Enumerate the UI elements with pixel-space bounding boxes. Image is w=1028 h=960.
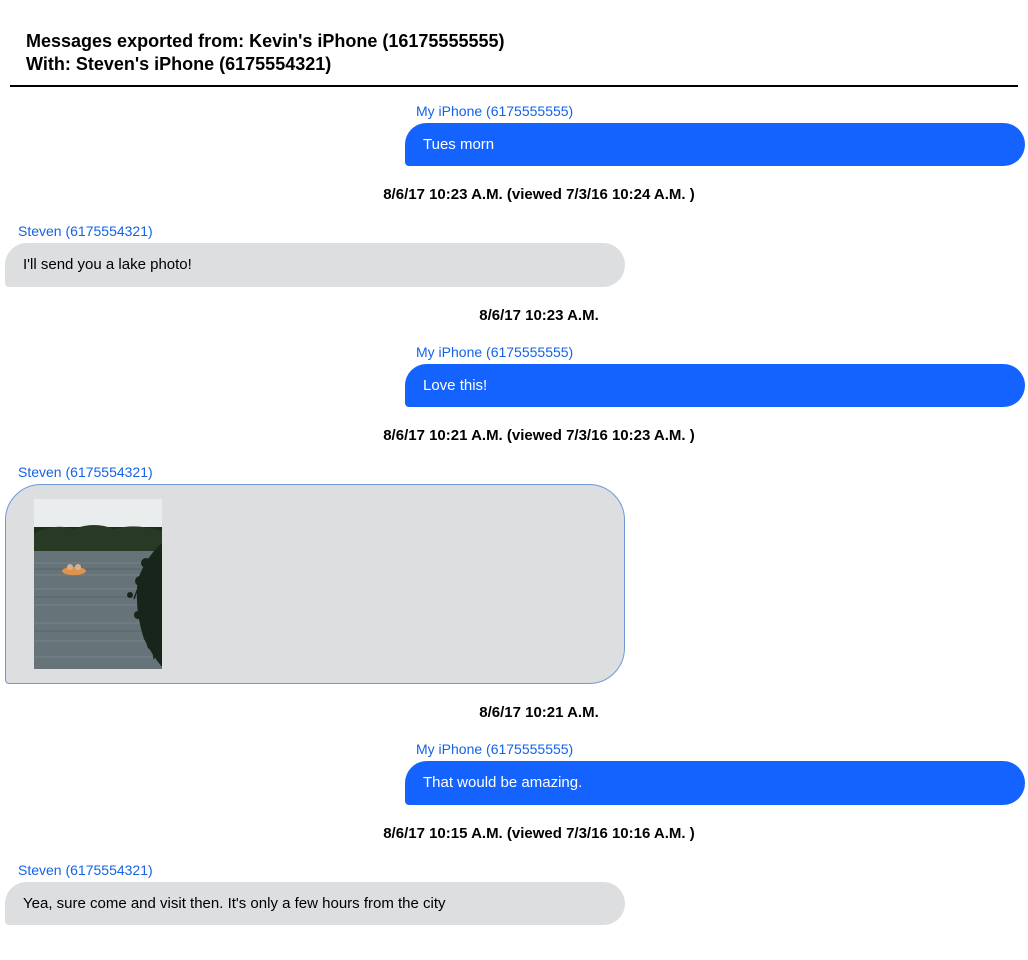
timestamp: 8/6/17 10:23 A.M. (viewed 7/3/16 10:24 A… <box>10 186 1018 203</box>
message-row: My iPhone (6175555555) That would be ama… <box>10 741 1018 805</box>
sender-label-me: My iPhone (6175555555) <box>416 103 1018 119</box>
message-row: My iPhone (6175555555) Love this! <box>10 344 1018 408</box>
message-bubble-outgoing: Tues morn <box>405 123 1025 167</box>
message-row: My iPhone (6175555555) Tues morn <box>10 103 1018 167</box>
timestamp: 8/6/17 10:15 A.M. (viewed 7/3/16 10:16 A… <box>10 825 1018 842</box>
sender-label-me: My iPhone (6175555555) <box>416 741 1018 757</box>
message-bubble-incoming: I'll send you a lake photo! <box>5 243 625 287</box>
message-row: Steven (6175554321) I'll send you a lake… <box>10 223 1018 287</box>
sender-label-other: Steven (6175554321) <box>18 223 1018 239</box>
message-bubble-incoming-image <box>5 484 625 684</box>
message-row: Steven (6175554321) <box>10 464 1018 684</box>
timestamp: 8/6/17 10:21 A.M. <box>10 704 1018 721</box>
header-exported-from: Messages exported from: Kevin's iPhone (… <box>26 30 1002 53</box>
sender-label-me: My iPhone (6175555555) <box>416 344 1018 360</box>
timestamp: 8/6/17 10:21 A.M. (viewed 7/3/16 10:23 A… <box>10 427 1018 444</box>
message-row: Steven (6175554321) Yea, sure come and v… <box>10 862 1018 926</box>
timestamp: 8/6/17 10:23 A.M. <box>10 307 1018 324</box>
message-bubble-incoming: Yea, sure come and visit then. It's only… <box>5 882 625 926</box>
sender-label-other: Steven (6175554321) <box>18 464 1018 480</box>
message-bubble-outgoing: That would be amazing. <box>405 761 1025 805</box>
message-bubble-outgoing: Love this! <box>405 364 1025 408</box>
export-header: Messages exported from: Kevin's iPhone (… <box>10 30 1018 87</box>
header-with: With: Steven's iPhone (6175554321) <box>26 53 1002 76</box>
sender-label-other: Steven (6175554321) <box>18 862 1018 878</box>
lake-photo-image <box>34 499 162 669</box>
